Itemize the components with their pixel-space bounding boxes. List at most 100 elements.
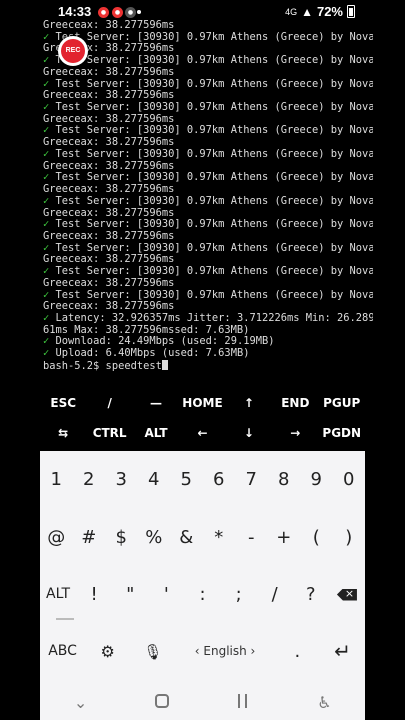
check-icon: ✓: [43, 30, 50, 43]
extra-key-end[interactable]: END: [272, 388, 318, 418]
check-icon: ✓: [43, 335, 50, 348]
keyboard-key[interactable]: -: [235, 527, 268, 548]
keyboard-key[interactable]: ): [333, 527, 366, 548]
settings-key[interactable]: ⚙: [85, 641, 130, 662]
keyboard-key[interactable]: :: [184, 584, 220, 605]
keyboard-key[interactable]: ALT: [40, 586, 76, 602]
check-icon: ✓: [43, 311, 50, 324]
keyboard-key[interactable]: @: [40, 527, 73, 548]
terminal-line-text: Test Server: [30930] 0.97km Athens (Gree…: [55, 30, 373, 43]
signal-icon: ▲: [301, 4, 313, 19]
terminal-line-text: Greeceax: 38.277596ms: [43, 300, 175, 313]
keyboard-key[interactable]: %: [138, 527, 171, 548]
period-key[interactable]: .: [275, 641, 320, 662]
keyboard-key[interactable]: &: [170, 527, 203, 548]
extra-key-left[interactable]: ←: [179, 418, 225, 448]
keyboard-key[interactable]: ;: [221, 584, 257, 605]
recents-icon: [236, 694, 250, 708]
keyboard-key[interactable]: 2: [73, 469, 106, 490]
voice-input-key[interactable]: 🎙: [130, 641, 175, 662]
terminal-output[interactable]: Greeceax: 38.277596ms ✓ Test Server: [309…: [43, 20, 373, 380]
extra-key-up[interactable]: ↑: [226, 388, 272, 418]
keyboard-key[interactable]: #: [73, 527, 106, 548]
terminal-prompt-line: bash-5.2$ speedtest: [43, 359, 373, 372]
backspace-key[interactable]: ×: [329, 584, 365, 605]
terminal-line-text: Greeceax: 38.277596ms: [43, 183, 175, 196]
keyboard-key[interactable]: ": [112, 584, 148, 605]
accessibility-icon: ♿: [317, 693, 332, 712]
terminal-line-text: 61ms Max: 38.277596mssed: 7.63MB): [43, 323, 250, 336]
keyboard-key[interactable]: !: [76, 584, 112, 605]
space-key[interactable]: ‹ English ›: [175, 644, 274, 658]
terminal-line-text: Test Server: [30930] 0.97km Athens (Gree…: [55, 265, 373, 278]
check-icon: ✓: [43, 124, 50, 137]
extra-keys-row-2: ⇆ CTRL ALT ← ↓ → PGDN: [40, 418, 365, 448]
keyboard-key[interactable]: *: [203, 527, 236, 548]
abc-key[interactable]: ABC: [40, 643, 85, 659]
extra-keys-bar: ESC / — HOME ↑ END PGUP ⇆ CTRL ALT ← ↓ → PGDN: [40, 388, 365, 450]
keyboard-key[interactable]: ': [148, 584, 184, 605]
keyboard-bottom-row: ABC ⚙ 🎙 ‹ English › . ↵: [40, 638, 365, 664]
check-icon: ✓: [43, 347, 50, 360]
extra-key-tab[interactable]: ⇆: [40, 418, 86, 448]
enter-key[interactable]: ↵: [320, 639, 365, 663]
check-icon: ✓: [43, 265, 50, 278]
check-icon: ✓: [43, 194, 50, 207]
extra-key-dash[interactable]: —: [133, 388, 179, 418]
keyboard-key[interactable]: 6: [203, 469, 236, 490]
status-time: 14:33: [58, 4, 92, 19]
microphone-icon: 🎙: [143, 642, 163, 661]
back-button[interactable]: ⌄: [61, 693, 101, 712]
record-button[interactable]: REC: [58, 36, 88, 66]
notification-icon: ●: [98, 7, 109, 18]
terminal-line-text: Test Server: [30930] 0.97km Athens (Gree…: [55, 54, 373, 67]
keyboard-key[interactable]: (: [300, 527, 333, 548]
extra-keys-row-1: ESC / — HOME ↑ END PGUP: [40, 388, 365, 418]
keyboard-key[interactable]: +: [268, 527, 301, 548]
check-icon: ✓: [43, 218, 50, 231]
keyboard-key[interactable]: 8: [268, 469, 301, 490]
terminal-line-text: Latency: 32.926357ms Jitter: 3.712226ms …: [55, 311, 373, 324]
keyboard-key[interactable]: 5: [170, 469, 203, 490]
extra-key-pgdn[interactable]: PGDN: [319, 418, 365, 448]
keyboard-key[interactable]: $: [105, 527, 138, 548]
terminal-line-text: Test Server: [30930] 0.97km Athens (Gree…: [55, 218, 373, 231]
notification-icon: ●: [125, 7, 136, 18]
terminal-line-text: Greeceax: 38.277596ms: [43, 276, 175, 289]
keyboard-key[interactable]: 4: [138, 469, 171, 490]
extra-key-pgup[interactable]: PGUP: [319, 388, 365, 418]
status-right: 4G ▲ 72%: [285, 4, 355, 19]
terminal-line-text: Greeceax: 38.277596ms: [43, 229, 175, 242]
more-notifications-dot: [137, 10, 141, 14]
accessibility-button[interactable]: ♿: [304, 693, 344, 712]
extra-key-ctrl[interactable]: CTRL: [86, 418, 132, 448]
keyboard-third-row: ALT! " ':; /? ×: [40, 582, 365, 606]
check-icon: ✓: [43, 77, 50, 90]
enter-icon: ↵: [334, 639, 351, 663]
extra-key-down[interactable]: ↓: [226, 418, 272, 448]
backspace-icon: ×: [336, 588, 357, 601]
extra-key-alt[interactable]: ALT: [133, 418, 179, 448]
terminal-line-text: Greeceax: 38.277596ms: [43, 20, 175, 31]
check-icon: ✓: [43, 101, 50, 114]
extra-key-right[interactable]: →: [272, 418, 318, 448]
settings-icon: ⚙: [100, 641, 115, 661]
extra-key-esc[interactable]: ESC: [40, 388, 86, 418]
keyboard-key[interactable]: 9: [300, 469, 333, 490]
keyboard-key[interactable]: 1: [40, 469, 73, 490]
check-icon: ✓: [43, 288, 50, 301]
keyboard-key[interactable]: ?: [293, 584, 329, 605]
terminal-line-text: Upload: 6.40Mbps (used: 7.63MB): [55, 347, 250, 360]
home-button[interactable]: [142, 693, 182, 712]
extra-key-home[interactable]: HOME: [179, 388, 225, 418]
extra-key-slash[interactable]: /: [86, 388, 132, 418]
keyboard-key[interactable]: 7: [235, 469, 268, 490]
keyboard-key[interactable]: 0: [333, 469, 366, 490]
recents-button[interactable]: [223, 693, 263, 712]
keyboard-key[interactable]: 3: [105, 469, 138, 490]
notification-icon: ●: [112, 7, 123, 18]
keyboard-key[interactable]: /: [257, 584, 293, 605]
battery-level: 72%: [316, 4, 343, 19]
chevron-down-icon: ⌄: [73, 693, 88, 712]
keyboard-divider: [56, 618, 74, 620]
